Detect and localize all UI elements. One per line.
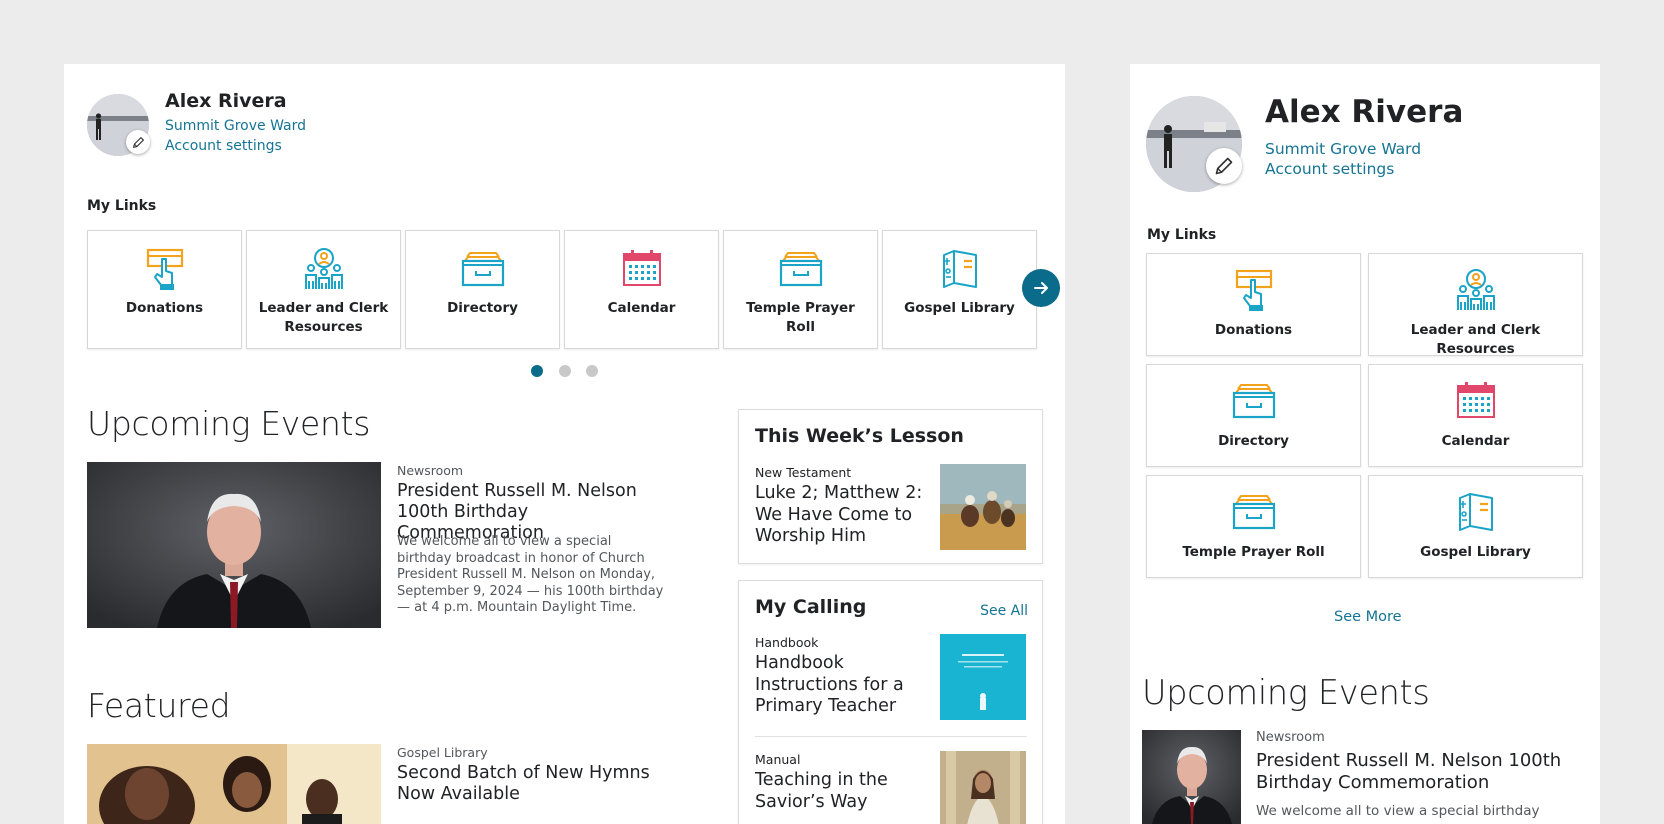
featured-eyebrow: Gospel Library — [397, 745, 488, 760]
account-settings-link[interactable]: Account settings — [165, 138, 282, 154]
ward-link[interactable]: Summit Grove Ward — [1265, 140, 1421, 158]
pencil-icon — [1215, 157, 1233, 175]
tile-label: Directory — [447, 300, 518, 316]
event-thumbnail[interactable] — [1142, 730, 1241, 824]
calling-item-eyebrow: Manual — [755, 752, 801, 767]
link-tile-gospel-library[interactable]: Gospel Library — [1368, 475, 1583, 578]
calendar-icon — [1456, 382, 1495, 418]
lesson-title: Luke 2; Matthew 2: We Have Come to Worsh… — [755, 483, 923, 546]
directory-drawer-icon — [1232, 384, 1275, 419]
carousel-next-button[interactable] — [1022, 269, 1060, 307]
handbook-thumbnail[interactable] — [940, 634, 1026, 720]
my-links-label: My Links — [87, 198, 157, 214]
link-tile-calendar[interactable]: Calendar — [1368, 364, 1583, 467]
carousel-dot-1[interactable] — [531, 365, 543, 377]
link-tile-directory[interactable]: Directory — [405, 230, 560, 349]
pencil-icon — [132, 136, 144, 148]
event-description: We welcome all to view a special birthda… — [397, 534, 664, 615]
directory-drawer-icon — [461, 252, 504, 287]
event-eyebrow: Newsroom — [397, 463, 464, 478]
link-tile-calendar[interactable]: Calendar — [564, 230, 719, 349]
tile-label: Gospel Library — [904, 300, 1015, 316]
link-tile-leader-clerk[interactable]: Leader and Clerk Resources — [1368, 253, 1583, 357]
calling-heading: My Calling — [755, 596, 867, 618]
user-name: Alex Rivera — [1265, 94, 1464, 130]
event-thumbnail[interactable] — [87, 462, 381, 628]
lesson-eyebrow: New Testament — [755, 465, 852, 480]
prayer-roll-drawer-icon — [779, 252, 822, 287]
arrow-right-icon — [1034, 282, 1048, 294]
link-tile-donations[interactable]: Donations — [87, 230, 242, 349]
calendar-icon — [622, 250, 661, 286]
donation-hand-icon — [1235, 269, 1272, 311]
carousel-dot-2[interactable] — [559, 365, 571, 377]
leader-people-icon — [304, 248, 343, 289]
manual-thumbnail[interactable] — [940, 751, 1026, 824]
featured-title-link[interactable]: Second Batch of New Hymns Now Available — [397, 763, 657, 805]
tile-label: Gospel Library — [1420, 544, 1531, 560]
tile-label: Temple Prayer Roll — [746, 300, 855, 335]
lesson-thumbnail — [940, 464, 1026, 550]
event-title-link[interactable]: President Russell M. Nelson 100th Birthd… — [1256, 750, 1586, 794]
lesson-heading: This Week’s Lesson — [755, 425, 964, 447]
calling-item-title-link[interactable]: Handbook Instructions for a Primary Teac… — [755, 653, 925, 718]
calling-item-title-link[interactable]: Teaching in the Savior’s Way — [755, 770, 925, 813]
this-weeks-lesson-card[interactable]: This Week’s Lesson New Testament Luke 2;… — [738, 409, 1043, 564]
event-description: We welcome all to view a special birthda… — [1256, 803, 1540, 819]
link-tile-leader-clerk[interactable]: Leader and Clerk Resources — [246, 230, 401, 349]
calling-item-eyebrow: Handbook — [755, 635, 819, 650]
tile-label: Directory — [1218, 433, 1289, 449]
link-tile-gospel-library[interactable]: Gospel Library — [882, 230, 1037, 349]
event-eyebrow: Newsroom — [1256, 730, 1325, 745]
link-tile-directory[interactable]: Directory — [1146, 364, 1361, 467]
link-tile-temple-prayer-roll[interactable]: Temple Prayer Roll — [1146, 475, 1361, 578]
desktop-home-panel: Alex Rivera Summit Grove Ward Account se… — [64, 64, 1065, 824]
tile-label: Leader and Clerk Resources — [258, 300, 389, 335]
link-tile-donations[interactable]: Donations — [1146, 253, 1361, 356]
tile-label: Donations — [1214, 322, 1293, 338]
edit-avatar-button[interactable] — [126, 130, 150, 154]
account-settings-link[interactable]: Account settings — [1265, 160, 1394, 178]
ward-link[interactable]: Summit Grove Ward — [165, 118, 306, 134]
tile-label: Donations — [125, 300, 204, 316]
my-links-label: My Links — [1147, 227, 1217, 243]
gospel-library-book-icon — [942, 250, 977, 288]
donation-hand-icon — [146, 248, 183, 290]
mobile-home-panel: Alex Rivera Summit Grove Ward Account se… — [1130, 64, 1600, 824]
see-more-link[interactable]: See More — [1334, 609, 1402, 625]
link-tile-temple-prayer-roll[interactable]: Temple Prayer Roll — [723, 230, 878, 349]
edit-avatar-button[interactable] — [1206, 148, 1242, 184]
carousel-dot-3[interactable] — [586, 365, 598, 377]
tile-label: Calendar — [607, 300, 676, 316]
tile-label: Leader and Clerk Resources — [1410, 322, 1541, 357]
see-all-link[interactable]: See All — [980, 603, 1028, 619]
my-calling-card: My Calling See All Handbook Handbook Ins… — [738, 580, 1043, 824]
tile-label: Calendar — [1441, 433, 1510, 449]
upcoming-events-heading: Upcoming Events — [87, 404, 371, 443]
gospel-library-book-icon — [1458, 493, 1493, 531]
user-name: Alex Rivera — [165, 90, 287, 112]
calling-divider — [755, 736, 1027, 737]
prayer-roll-drawer-icon — [1232, 495, 1275, 530]
upcoming-events-heading: Upcoming Events — [1142, 673, 1430, 712]
tile-label: Temple Prayer Roll — [1182, 544, 1325, 560]
featured-thumbnail[interactable] — [87, 744, 381, 824]
leader-people-icon — [1456, 269, 1495, 310]
featured-heading: Featured — [87, 686, 231, 725]
